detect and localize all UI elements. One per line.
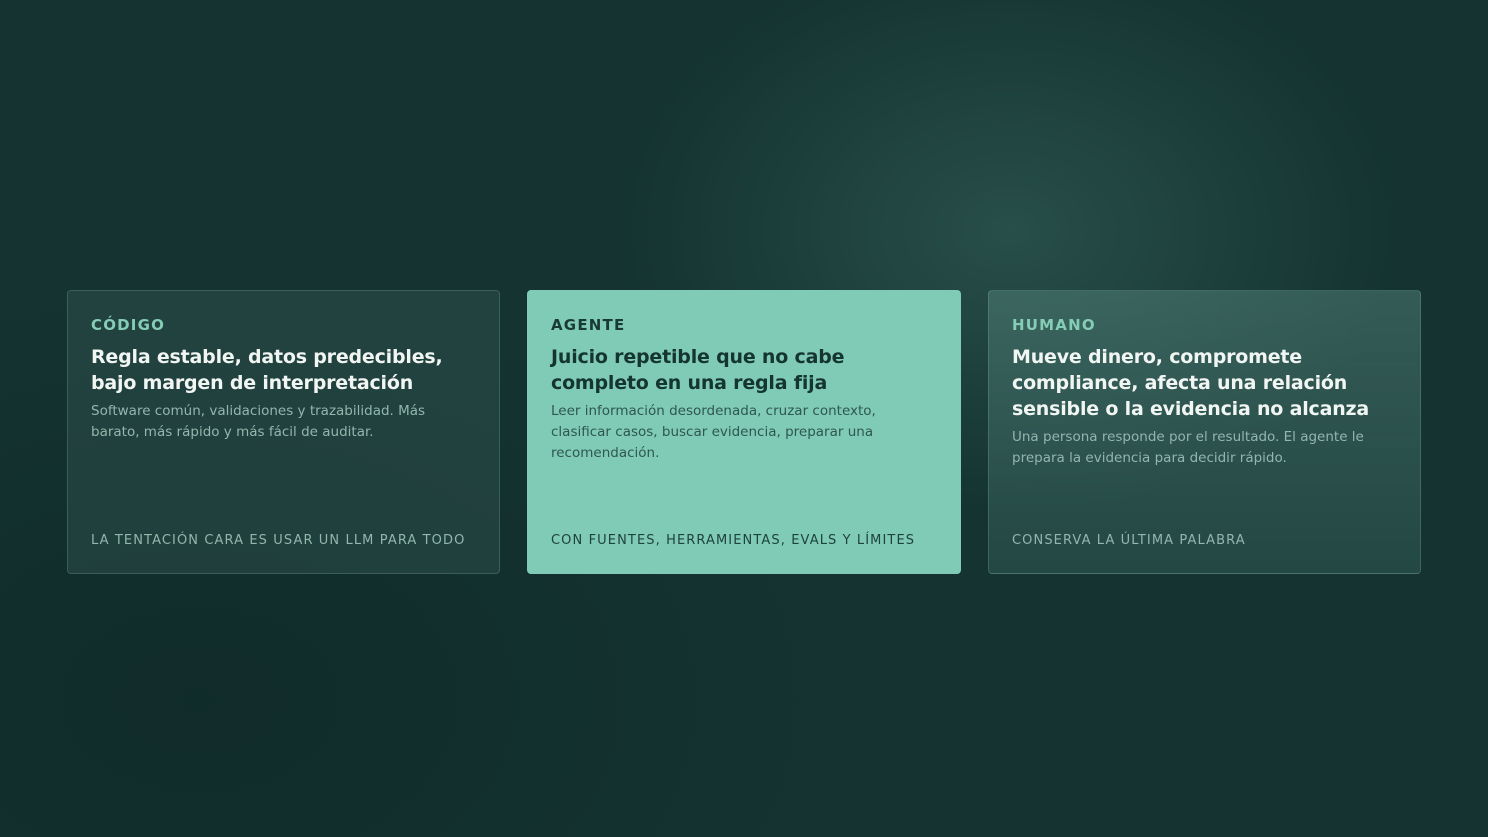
card-title: Regla estable, datos predecibles, bajo m… — [91, 346, 443, 394]
card-eyebrow: AGENTE — [551, 316, 626, 334]
card-eyebrow: HUMANO — [1012, 316, 1096, 334]
card-description: Leer información desordenada, cruzar con… — [551, 403, 876, 461]
card-title: Mueve dinero, compromete compliance, afe… — [1012, 346, 1370, 420]
card-footer: LA TENTACIÓN CARA ES USAR UN LLM PARA TO… — [91, 533, 466, 548]
card-codigo: CÓDIGO Regla estable, datos predecibles,… — [67, 290, 500, 574]
card-eyebrow: CÓDIGO — [91, 316, 166, 334]
card-footer: CONSERVA LA ÚLTIMA PALABRA — [1012, 533, 1246, 548]
card-agente: AGENTE Juicio repetible que no cabe comp… — [527, 290, 961, 574]
card-title: Juicio repetible que no cabe completo en… — [551, 346, 845, 394]
card-description: Software común, validaciones y trazabili… — [91, 403, 426, 440]
card-humano: HUMANO Mueve dinero, compromete complian… — [988, 290, 1421, 574]
card-description: Una persona responde por el resultado. E… — [1012, 429, 1364, 466]
card-footer: CON FUENTES, HERRAMIENTAS, EVALS Y LÍMIT… — [551, 533, 916, 548]
card-row: CÓDIGO Regla estable, datos predecibles,… — [67, 290, 1421, 574]
